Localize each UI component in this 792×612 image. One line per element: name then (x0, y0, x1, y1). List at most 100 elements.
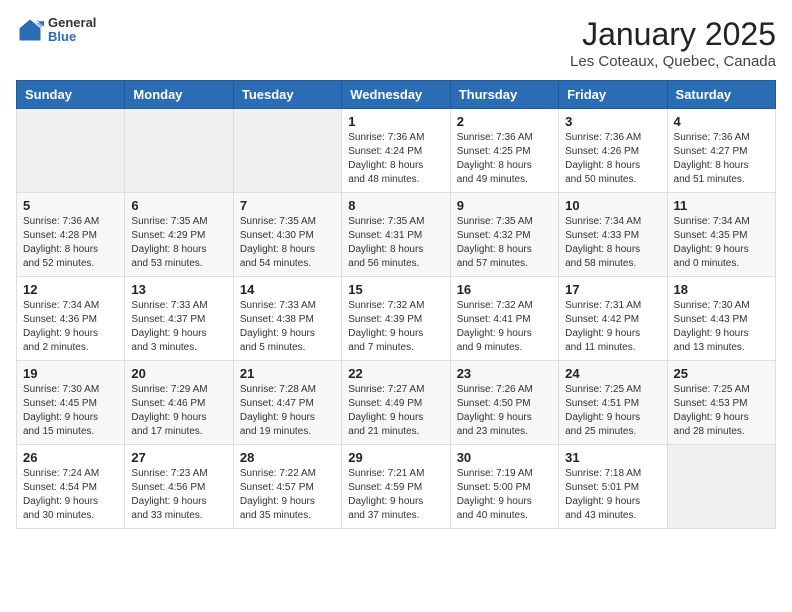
calendar-cell: 30 Sunrise: 7:19 AM Sunset: 5:00 PM Dayli… (450, 445, 558, 529)
calendar-cell: 25 Sunrise: 7:25 AM Sunset: 4:53 PM Dayli… (667, 361, 775, 445)
day-info: Sunrise: 7:36 AM Sunset: 4:28 PM Dayligh… (23, 215, 118, 271)
calendar-cell (125, 109, 233, 193)
day-number: 15 (348, 282, 443, 297)
day-number: 1 (348, 114, 443, 129)
calendar-cell (17, 109, 125, 193)
day-info: Sunrise: 7:32 AM Sunset: 4:41 PM Dayligh… (457, 299, 552, 355)
day-info: Sunrise: 7:28 AM Sunset: 4:47 PM Dayligh… (240, 383, 335, 439)
day-info: Sunrise: 7:22 AM Sunset: 4:57 PM Dayligh… (240, 467, 335, 523)
calendar-cell: 31 Sunrise: 7:18 AM Sunset: 5:01 PM Dayli… (559, 445, 667, 529)
calendar-cell: 1 Sunrise: 7:36 AM Sunset: 4:24 PM Daylig… (342, 109, 450, 193)
calendar-subtitle: Les Coteaux, Quebec, Canada (570, 53, 776, 70)
day-number: 2 (457, 114, 552, 129)
logo-text: General Blue (48, 16, 96, 45)
calendar-cell: 24 Sunrise: 7:25 AM Sunset: 4:51 PM Dayli… (559, 361, 667, 445)
day-info: Sunrise: 7:27 AM Sunset: 4:49 PM Dayligh… (348, 383, 443, 439)
day-of-week-tuesday: Tuesday (233, 81, 341, 109)
calendar-cell: 8 Sunrise: 7:35 AM Sunset: 4:31 PM Daylig… (342, 193, 450, 277)
day-of-week-friday: Friday (559, 81, 667, 109)
calendar-week-row: 12 Sunrise: 7:34 AM Sunset: 4:36 PM Dayli… (17, 277, 776, 361)
calendar-cell: 11 Sunrise: 7:34 AM Sunset: 4:35 PM Dayli… (667, 193, 775, 277)
day-number: 22 (348, 366, 443, 381)
calendar-cell: 12 Sunrise: 7:34 AM Sunset: 4:36 PM Dayli… (17, 277, 125, 361)
day-number: 10 (565, 198, 660, 213)
day-number: 28 (240, 450, 335, 465)
day-info: Sunrise: 7:30 AM Sunset: 4:45 PM Dayligh… (23, 383, 118, 439)
header: General Blue January 2025 Les Coteaux, Q… (16, 16, 776, 70)
day-of-week-monday: Monday (125, 81, 233, 109)
calendar-header-row: SundayMondayTuesdayWednesdayThursdayFrid… (17, 81, 776, 109)
day-number: 11 (674, 198, 769, 213)
day-number: 26 (23, 450, 118, 465)
day-info: Sunrise: 7:35 AM Sunset: 4:31 PM Dayligh… (348, 215, 443, 271)
day-info: Sunrise: 7:25 AM Sunset: 4:53 PM Dayligh… (674, 383, 769, 439)
day-info: Sunrise: 7:18 AM Sunset: 5:01 PM Dayligh… (565, 467, 660, 523)
calendar-cell: 22 Sunrise: 7:27 AM Sunset: 4:49 PM Dayli… (342, 361, 450, 445)
day-number: 8 (348, 198, 443, 213)
calendar-cell: 27 Sunrise: 7:23 AM Sunset: 4:56 PM Dayli… (125, 445, 233, 529)
calendar-week-row: 5 Sunrise: 7:36 AM Sunset: 4:28 PM Daylig… (17, 193, 776, 277)
calendar-cell: 21 Sunrise: 7:28 AM Sunset: 4:47 PM Dayli… (233, 361, 341, 445)
day-number: 19 (23, 366, 118, 381)
calendar-cell: 6Sunrise: 7:35 AM Sunset: 4:29 PM Daylig… (125, 193, 233, 277)
day-number: 24 (565, 366, 660, 381)
logo: General Blue (16, 16, 96, 45)
calendar-cell: 5 Sunrise: 7:36 AM Sunset: 4:28 PM Daylig… (17, 193, 125, 277)
day-number: 27 (131, 450, 226, 465)
day-info: Sunrise: 7:30 AM Sunset: 4:43 PM Dayligh… (674, 299, 769, 355)
day-info: Sunrise: 7:33 AM Sunset: 4:38 PM Dayligh… (240, 299, 335, 355)
calendar-cell: 16Sunrise: 7:32 AM Sunset: 4:41 PM Dayli… (450, 277, 558, 361)
day-number: 23 (457, 366, 552, 381)
day-number: 21 (240, 366, 335, 381)
day-info: Sunrise: 7:33 AM Sunset: 4:37 PM Dayligh… (131, 299, 226, 355)
calendar-cell: 10Sunrise: 7:34 AM Sunset: 4:33 PM Dayli… (559, 193, 667, 277)
day-info: Sunrise: 7:23 AM Sunset: 4:56 PM Dayligh… (131, 467, 226, 523)
calendar-table: SundayMondayTuesdayWednesdayThursdayFrid… (16, 80, 776, 529)
day-info: Sunrise: 7:34 AM Sunset: 4:35 PM Dayligh… (674, 215, 769, 271)
calendar-week-row: 26 Sunrise: 7:24 AM Sunset: 4:54 PM Dayli… (17, 445, 776, 529)
day-info: Sunrise: 7:19 AM Sunset: 5:00 PM Dayligh… (457, 467, 552, 523)
calendar-week-row: 19 Sunrise: 7:30 AM Sunset: 4:45 PM Dayli… (17, 361, 776, 445)
day-info: Sunrise: 7:26 AM Sunset: 4:50 PM Dayligh… (457, 383, 552, 439)
day-number: 12 (23, 282, 118, 297)
day-info: Sunrise: 7:36 AM Sunset: 4:24 PM Dayligh… (348, 131, 443, 187)
day-of-week-wednesday: Wednesday (342, 81, 450, 109)
day-info: Sunrise: 7:31 AM Sunset: 4:42 PM Dayligh… (565, 299, 660, 355)
calendar-cell: 7 Sunrise: 7:35 AM Sunset: 4:30 PM Daylig… (233, 193, 341, 277)
day-number: 9 (457, 198, 552, 213)
calendar-cell: 15Sunrise: 7:32 AM Sunset: 4:39 PM Dayli… (342, 277, 450, 361)
calendar-title: January 2025 (570, 16, 776, 53)
calendar-cell: 13Sunrise: 7:33 AM Sunset: 4:37 PM Dayli… (125, 277, 233, 361)
calendar-cell: 17 Sunrise: 7:31 AM Sunset: 4:42 PM Dayli… (559, 277, 667, 361)
day-info: Sunrise: 7:25 AM Sunset: 4:51 PM Dayligh… (565, 383, 660, 439)
day-info: Sunrise: 7:36 AM Sunset: 4:27 PM Dayligh… (674, 131, 769, 187)
day-info: Sunrise: 7:35 AM Sunset: 4:32 PM Dayligh… (457, 215, 552, 271)
day-info: Sunrise: 7:35 AM Sunset: 4:30 PM Dayligh… (240, 215, 335, 271)
day-number: 14 (240, 282, 335, 297)
day-of-week-saturday: Saturday (667, 81, 775, 109)
day-info: Sunrise: 7:24 AM Sunset: 4:54 PM Dayligh… (23, 467, 118, 523)
calendar-cell: 26 Sunrise: 7:24 AM Sunset: 4:54 PM Dayli… (17, 445, 125, 529)
day-number: 17 (565, 282, 660, 297)
calendar-cell: 23 Sunrise: 7:26 AM Sunset: 4:50 PM Dayli… (450, 361, 558, 445)
calendar-cell: 2Sunrise: 7:36 AM Sunset: 4:25 PM Daylig… (450, 109, 558, 193)
calendar-cell: 18 Sunrise: 7:30 AM Sunset: 4:43 PM Dayli… (667, 277, 775, 361)
calendar-cell (233, 109, 341, 193)
calendar-cell: 29Sunrise: 7:21 AM Sunset: 4:59 PM Dayli… (342, 445, 450, 529)
day-number: 25 (674, 366, 769, 381)
day-number: 7 (240, 198, 335, 213)
day-number: 29 (348, 450, 443, 465)
day-number: 6 (131, 198, 226, 213)
calendar-week-row: 1 Sunrise: 7:36 AM Sunset: 4:24 PM Daylig… (17, 109, 776, 193)
day-number: 31 (565, 450, 660, 465)
day-number: 5 (23, 198, 118, 213)
day-number: 18 (674, 282, 769, 297)
day-info: Sunrise: 7:34 AM Sunset: 4:36 PM Dayligh… (23, 299, 118, 355)
day-number: 4 (674, 114, 769, 129)
calendar-cell (667, 445, 775, 529)
day-info: Sunrise: 7:36 AM Sunset: 4:26 PM Dayligh… (565, 131, 660, 187)
day-number: 30 (457, 450, 552, 465)
logo-icon (16, 16, 44, 44)
day-of-week-sunday: Sunday (17, 81, 125, 109)
day-number: 3 (565, 114, 660, 129)
